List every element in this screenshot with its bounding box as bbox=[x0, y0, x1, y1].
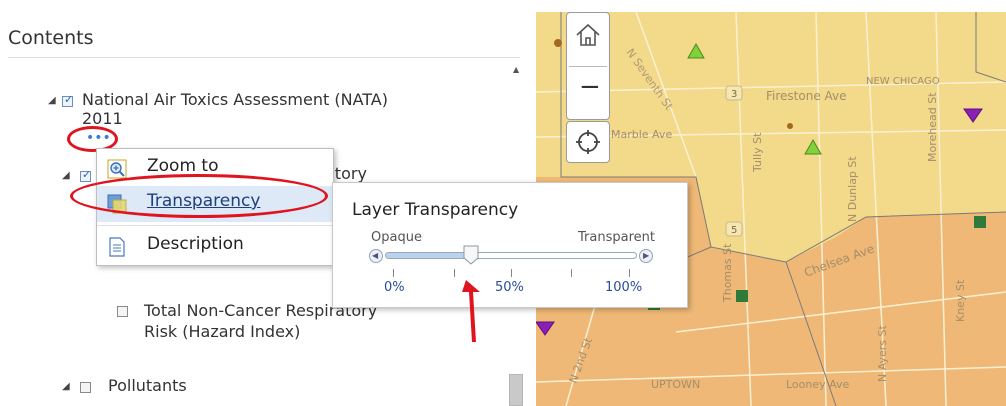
layer-checkbox-non-cancer[interactable] bbox=[117, 306, 128, 317]
scroll-up-icon[interactable]: ▲ bbox=[513, 65, 519, 74]
svg-text:Firestone Ave: Firestone Ave bbox=[766, 89, 847, 103]
zoom-in-icon bbox=[107, 159, 127, 179]
scrollbar-thumb[interactable] bbox=[509, 374, 523, 406]
slider-min-label: Opaque bbox=[371, 230, 422, 245]
slider-tick bbox=[454, 269, 455, 277]
map-zoom-controls: − bbox=[566, 12, 610, 120]
svg-text:NEW CHICAGO: NEW CHICAGO bbox=[866, 76, 940, 87]
menu-item-label: Description bbox=[147, 234, 244, 254]
menu-divider bbox=[97, 225, 333, 226]
slider-tick bbox=[629, 269, 630, 277]
layer-label-pollutants: Pollutants bbox=[108, 376, 187, 395]
divider bbox=[569, 66, 607, 67]
slider-fill bbox=[386, 253, 470, 258]
svg-text:UPTOWN: UPTOWN bbox=[651, 378, 700, 391]
popup-title: Layer Transparency bbox=[352, 200, 519, 220]
home-icon[interactable] bbox=[574, 21, 602, 49]
divider bbox=[8, 57, 520, 58]
slider-thumb[interactable] bbox=[463, 245, 479, 265]
panel-title: Contents bbox=[8, 27, 94, 49]
slider-decrement-button[interactable]: ◀ bbox=[369, 249, 383, 263]
expand-triangle-icon[interactable]: ◢ bbox=[62, 170, 70, 181]
slider-tick bbox=[393, 269, 394, 277]
svg-text:N Ayers St: N Ayers St bbox=[876, 324, 889, 382]
layer-label-non-cancer-2: Risk (Hazard Index) bbox=[144, 322, 301, 341]
svg-text:5: 5 bbox=[731, 225, 737, 236]
expand-triangle-icon[interactable]: ◢ bbox=[48, 95, 56, 106]
menu-item-label: Zoom to bbox=[147, 156, 219, 176]
annotation-arrow-icon bbox=[462, 280, 480, 342]
svg-text:N Dunlap St: N Dunlap St bbox=[846, 156, 859, 222]
chevron-left-icon: ◀ bbox=[372, 251, 379, 260]
layer-checkbox-respiratory[interactable] bbox=[80, 168, 91, 182]
slider-increment-button[interactable]: ▶ bbox=[639, 249, 653, 263]
slider-tick bbox=[511, 269, 512, 277]
tick-label-0: 0% bbox=[384, 280, 405, 295]
zoom-out-button[interactable]: − bbox=[579, 73, 601, 101]
svg-text:Marble Ave: Marble Ave bbox=[611, 128, 672, 141]
svg-text:Morehead St: Morehead St bbox=[926, 92, 939, 162]
svg-text:Thomas St: Thomas St bbox=[721, 243, 734, 303]
layer-label-nata: National Air Toxics Assessment (NATA) bbox=[82, 90, 388, 109]
document-icon bbox=[109, 237, 125, 257]
chevron-right-icon: ▶ bbox=[643, 251, 650, 260]
layer-checkbox-pollutants[interactable] bbox=[80, 382, 91, 393]
highlight-ellipse bbox=[70, 174, 328, 218]
slider-max-label: Transparent bbox=[578, 230, 655, 245]
svg-text:Kney St: Kney St bbox=[954, 279, 967, 322]
layer-transparency-popup: Layer Transparency Opaque Transparent ◀ … bbox=[332, 182, 688, 308]
svg-text:3: 3 bbox=[731, 89, 737, 100]
layer-checkbox-nata[interactable] bbox=[62, 93, 73, 107]
locate-button[interactable] bbox=[566, 121, 610, 163]
locate-icon bbox=[576, 130, 600, 154]
svg-text:Tully St: Tully St bbox=[751, 132, 764, 173]
slider-tick bbox=[571, 269, 572, 277]
menu-item-description[interactable]: Description bbox=[97, 229, 333, 265]
tick-label-100: 100% bbox=[605, 280, 643, 295]
tick-label-50: 50% bbox=[495, 280, 524, 295]
expand-triangle-icon[interactable]: ◢ bbox=[62, 381, 70, 392]
svg-text:Looney Ave: Looney Ave bbox=[786, 378, 850, 391]
